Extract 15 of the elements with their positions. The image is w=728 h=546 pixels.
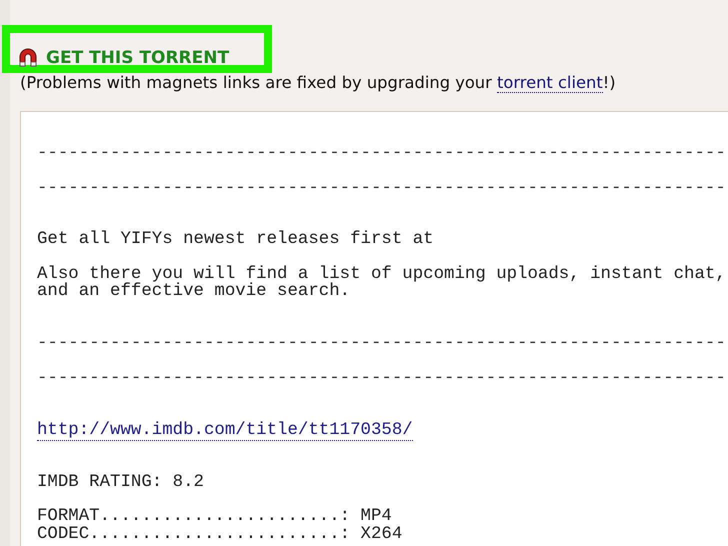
description-text: Get all YIFYs newest releases first at xyxy=(37,231,435,249)
imdb-link[interactable]: http://www.imdb.com/title/tt1170358/ xyxy=(37,420,413,441)
magnet-note: (Problems with magnets links are fixed by upgrading your torrent client!) xyxy=(20,72,617,95)
get-torrent-link[interactable]: GET THIS TORRENT xyxy=(18,45,230,71)
dashed-separator: ------------------------------------------------------------------ xyxy=(37,335,727,353)
dashed-separator: ------------------------------------------------------------------ xyxy=(37,145,727,162)
description-text: IMDB RATING: 8.2 xyxy=(37,474,205,491)
description-text: and an effective movie search. xyxy=(37,283,352,301)
dashed-separator: ------------------------------------------------------------------ xyxy=(37,370,727,388)
description-text: CODEC........................: X264 xyxy=(37,526,404,543)
dashed-separator: ------------------------------------------------------------------ xyxy=(37,180,727,197)
description-text: Also there you will find a list of upcoming uploads, instant chat, xyxy=(37,266,727,284)
magnet-icon xyxy=(18,48,38,68)
torrent-client-link[interactable]: torrent client xyxy=(497,73,603,93)
description-text: FORMAT.......................: MP4 xyxy=(37,508,392,526)
